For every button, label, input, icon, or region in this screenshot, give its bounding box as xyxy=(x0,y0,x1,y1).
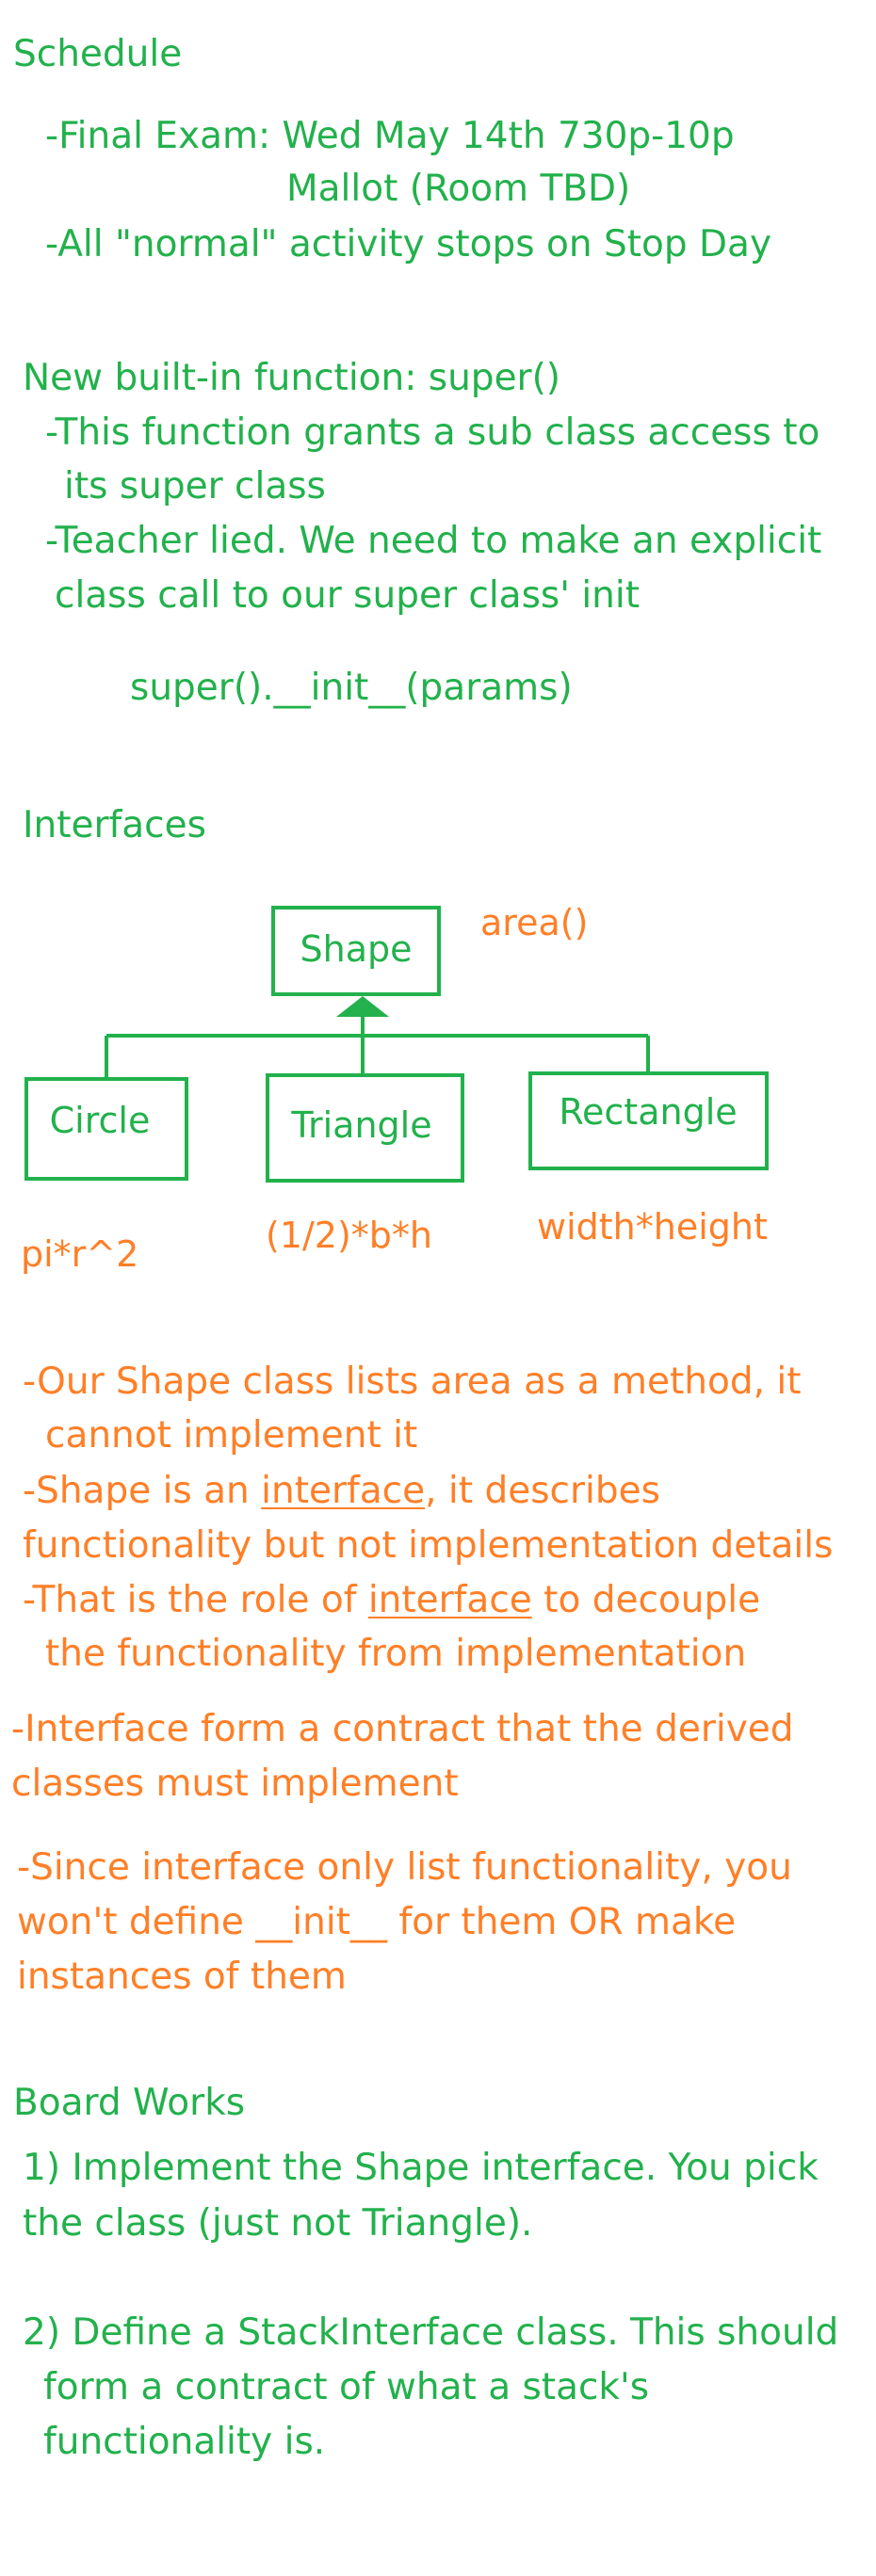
circle-formula: pi*r^2 xyxy=(21,1233,138,1275)
triangle-label: Triangle xyxy=(290,1104,431,1146)
board-item-2-line-3: functionality is. xyxy=(43,2421,326,2463)
board-works-heading: Board Works xyxy=(13,2082,246,2124)
note-4-line-2: classes must implement xyxy=(11,1763,459,1805)
shape-label: Shape xyxy=(300,928,413,970)
area-method-label: area() xyxy=(480,902,588,943)
note-3-suffix: to decouple xyxy=(531,1579,761,1621)
board-item-1-line-2: the class (just not Triangle). xyxy=(23,2202,533,2245)
note-3-line-2: the functionality from implementation xyxy=(45,1633,747,1675)
rectangle-label: Rectangle xyxy=(559,1091,737,1133)
note-5-line-3: instances of them xyxy=(17,1956,347,1998)
circle-label: Circle xyxy=(50,1100,151,1141)
inheritance-arrow-icon xyxy=(336,996,389,1017)
note-1-line-2: cannot implement it xyxy=(45,1414,418,1457)
note-2-suffix: , it describes xyxy=(425,1470,660,1512)
interface-term-underlined: interface xyxy=(367,1579,532,1621)
board-item-1-line-1: 1) Implement the Shape interface. You pi… xyxy=(23,2147,819,2189)
interface-term-underlined: interface xyxy=(261,1470,426,1512)
note-4-line-1: -Interface form a contract that the deri… xyxy=(11,1708,794,1750)
class-hierarchy-diagram: Shape area() Circle Triangle Rectangle p… xyxy=(21,902,769,1275)
board-item-2-line-1: 2) Define a StackInterface class. This s… xyxy=(23,2311,839,2354)
note-2-line-1: -Shape is an interface, it describes xyxy=(23,1471,660,1512)
note-2-prefix: -Shape is an xyxy=(23,1470,262,1512)
board-item-2-line-2: form a contract of what a stack's xyxy=(43,2366,650,2408)
note-3-line-1: -That is the role of interface to decoup… xyxy=(23,1580,760,1621)
note-1-line-1: -Our Shape class lists area as a method,… xyxy=(23,1360,802,1403)
rectangle-formula: width*height xyxy=(537,1206,768,1248)
triangle-formula: (1/2)*b*h xyxy=(266,1215,432,1256)
note-3-prefix: -That is the role of xyxy=(23,1579,368,1621)
note-5-line-2: won't define __init__ for them OR make xyxy=(17,1901,737,1943)
note-5-line-1: -Since interface only list functionality… xyxy=(17,1846,792,1889)
note-2-line-2: functionality but not implementation det… xyxy=(23,1524,834,1567)
